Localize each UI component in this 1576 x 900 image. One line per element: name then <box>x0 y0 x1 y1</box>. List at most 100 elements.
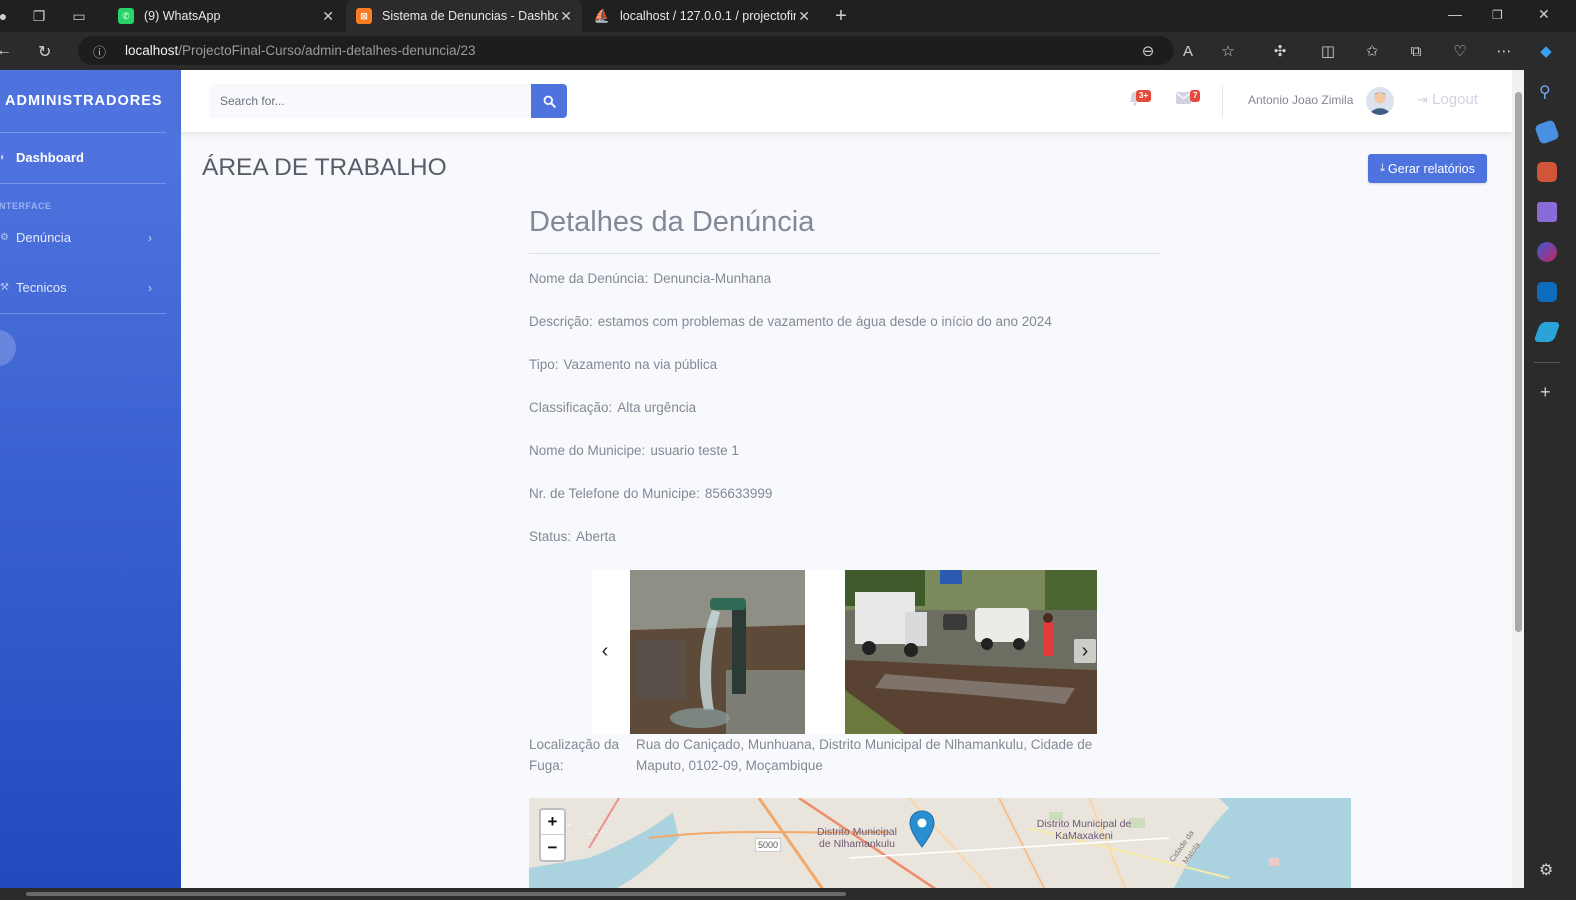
url-path: /ProjectoFinal-Curso/admin-detalhes-denu… <box>178 43 476 58</box>
field-value: Denuncia-Munhana <box>653 271 772 286</box>
avatar[interactable] <box>1366 87 1394 115</box>
sidebar-brand[interactable]: ADMINISTRADORES <box>5 93 163 109</box>
location-map[interactable]: + − Distrito Municipal de Nlhamankulu Di… <box>529 798 1351 888</box>
alerts-badge: 3+ <box>1136 90 1152 102</box>
search-placeholder: Search for... <box>220 94 285 108</box>
extensions-icon[interactable]: ✣ <box>1270 41 1290 61</box>
detail-title: Detalhes da Denúncia <box>529 206 815 238</box>
outlook-icon[interactable] <box>1537 282 1557 302</box>
copilot-app-icon[interactable] <box>1537 242 1557 262</box>
field-descricao: Descrição: estamos com problemas de vazam… <box>529 314 1052 329</box>
favorites-icon[interactable]: ✩ <box>1362 41 1382 61</box>
field-value: Aberta <box>576 529 616 544</box>
zoom-icon[interactable]: ⊖ <box>1138 41 1158 61</box>
site-info-icon[interactable]: ⓘ <box>93 42 106 61</box>
performance-icon[interactable]: ♡ <box>1450 41 1470 61</box>
new-tab-icon[interactable]: + <box>832 5 850 27</box>
split-screen-icon[interactable]: ◫ <box>1318 41 1338 61</box>
field-label: Tipo: <box>529 357 559 372</box>
tools-icon[interactable] <box>1537 162 1557 182</box>
settings-gear-icon[interactable]: ⚙ <box>1539 860 1553 880</box>
messages-badge: 7 <box>1190 90 1201 102</box>
sidebar-divider <box>0 313 166 314</box>
location-label: Localização da Fuga: <box>529 737 620 773</box>
back-icon[interactable]: ← <box>0 42 12 60</box>
admin-sidebar: ADMINISTRADORES ◐ Dashboard INTERFACE ⚙ … <box>0 70 181 888</box>
add-icon[interactable]: + <box>1540 382 1551 403</box>
tab-title: Sistema de Denuncias - Dashboard <box>382 9 558 23</box>
url-host: localhost <box>125 43 179 58</box>
page-scrollbar[interactable] <box>1512 70 1524 888</box>
sidebar-toggle-button[interactable] <box>0 330 16 366</box>
field-label: Status: <box>529 529 572 544</box>
logout-label: Logout <box>1432 91 1478 108</box>
games-icon[interactable] <box>1537 202 1557 222</box>
sidebar-divider <box>0 183 166 184</box>
close-icon[interactable]: ✕ <box>798 8 810 25</box>
address-bar-area: ← ↻ ⓘ localhost/ProjectoFinal-Curso/admi… <box>0 32 1576 70</box>
search-input[interactable]: Search for... <box>209 84 531 118</box>
field-value: usuario teste 1 <box>650 443 739 458</box>
url-text[interactable]: localhost/ProjectoFinal-Curso/admin-deta… <box>125 43 475 58</box>
restore-icon[interactable]: ❐ <box>1492 8 1503 22</box>
map-road-shield: 5000 <box>755 838 782 852</box>
carousel-prev-button[interactable]: ‹ <box>594 639 616 663</box>
chevron-right-icon: › <box>148 280 152 295</box>
search-icon[interactable]: ⚲ <box>1539 82 1551 102</box>
profile-icon[interactable]: ● <box>0 7 12 25</box>
tab-title: (9) WhatsApp <box>144 9 221 23</box>
field-label: Descrição: <box>529 314 593 329</box>
sidebar-item-label: Tecnicos <box>16 280 67 295</box>
map-zoom-control: + − <box>539 808 566 862</box>
refresh-icon[interactable]: ↻ <box>38 42 51 62</box>
scrollbar-thumb[interactable] <box>1515 92 1522 632</box>
close-icon[interactable]: ✕ <box>322 8 334 25</box>
user-name[interactable]: Antonio Joao Zimila <box>1248 93 1353 107</box>
tab-actions-icon[interactable]: ▭ <box>70 7 88 25</box>
shopping-tag-icon[interactable] <box>1534 119 1560 145</box>
carousel-next-button[interactable]: › <box>1074 639 1096 663</box>
carousel-image-pipe <box>630 570 805 734</box>
search-icon <box>543 95 556 108</box>
sidebar-divider <box>0 132 166 133</box>
map-marker-icon[interactable] <box>909 810 935 848</box>
sign-out-icon: ⇥ <box>1417 92 1428 107</box>
browser-tab-bar: ● ❐ ▭ ✆ (9) WhatsApp ✕ ⊠ Sistema de Denu… <box>0 0 1576 32</box>
sidebar-item-denuncia[interactable]: ⚙ Denúncia › <box>0 230 170 245</box>
image-carousel <box>592 570 1097 734</box>
workspaces-icon[interactable]: ❐ <box>30 7 48 25</box>
minimize-icon[interactable]: — <box>1448 6 1462 22</box>
more-menu-icon[interactable]: ⋯ <box>1494 41 1514 61</box>
field-telefone: Nr. de Telefone do Municipe: 856633999 <box>529 486 772 501</box>
copilot-icon[interactable]: ◆ <box>1536 41 1556 61</box>
edge-sidebar: ⚲ + ⚙ <box>1524 70 1576 900</box>
sidebar-item-tecnicos[interactable]: ⚒ Tecnicos › <box>0 280 170 295</box>
search-button[interactable] <box>531 84 567 118</box>
window-close-icon[interactable]: ✕ <box>1538 6 1550 23</box>
tab-sistema-denuncias[interactable]: ⊠ Sistema de Denuncias - Dashboard ✕ <box>346 0 582 32</box>
sidebar-heading: INTERFACE <box>0 201 52 211</box>
zoom-out-button[interactable]: − <box>541 835 564 860</box>
send-icon[interactable] <box>1533 322 1561 342</box>
close-icon[interactable]: ✕ <box>560 8 572 25</box>
tab-whatsapp[interactable]: ✆ (9) WhatsApp ✕ <box>110 0 344 32</box>
field-value: estamos com problemas de vazamento de ág… <box>597 314 1052 329</box>
page-title: ÁREA DE TRABALHO <box>202 154 447 181</box>
tab-phpmyadmin[interactable]: ⛵ localhost / 127.0.0.1 / projectofinal … <box>584 0 820 32</box>
collections-icon[interactable]: ⧉ <box>1406 41 1426 61</box>
field-status: Status: Aberta <box>529 529 616 544</box>
carousel-image-street <box>845 570 1097 734</box>
field-label: Classificação: <box>529 400 613 415</box>
favorite-star-icon[interactable]: ☆ <box>1218 41 1238 61</box>
zoom-in-button[interactable]: + <box>541 810 564 835</box>
field-value: Alta urgência <box>617 400 697 415</box>
page-viewport: ADMINISTRADORES ◐ Dashboard INTERFACE ⚙ … <box>0 70 1512 888</box>
logout-button[interactable]: ⇥ Logout <box>1417 91 1478 108</box>
read-aloud-icon[interactable]: A <box>1178 41 1198 61</box>
sidebar-item-dashboard[interactable]: ◐ Dashboard <box>0 150 170 165</box>
horizontal-scroll-thumb[interactable] <box>26 892 846 896</box>
cog-icon: ⚙ <box>0 232 9 243</box>
field-label: Nr. de Telefone do Municipe: <box>529 486 700 501</box>
generate-report-button[interactable]: ⤓ Gerar relatórios <box>1368 154 1487 183</box>
field-classificacao: Classificação: Alta urgência <box>529 400 696 415</box>
